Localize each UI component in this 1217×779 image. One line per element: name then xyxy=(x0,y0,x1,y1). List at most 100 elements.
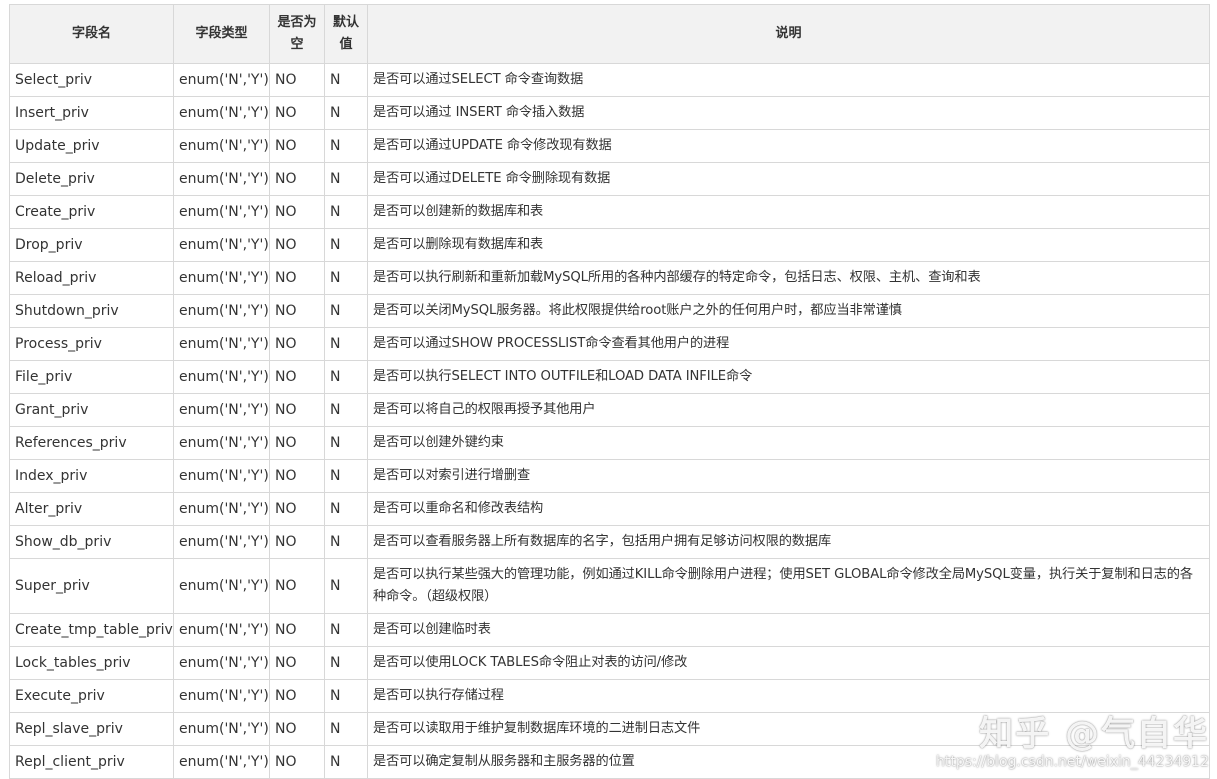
default-cell: N xyxy=(324,261,368,295)
default-cell: N xyxy=(324,558,368,614)
default-cell: N xyxy=(324,96,368,130)
field-type-cell: enum('N','Y') xyxy=(173,393,270,427)
nullable-cell: NO xyxy=(269,613,325,647)
table-row: File_priv enum('N','Y') NO N 是否可以执行SELEC… xyxy=(9,360,1210,394)
field-type-cell: enum('N','Y') xyxy=(173,646,270,680)
header-description: 说明 xyxy=(367,4,1210,64)
table-row: Lock_tables_priv enum('N','Y') NO N 是否可以… xyxy=(9,646,1210,680)
nullable-cell: NO xyxy=(269,129,325,163)
default-cell: N xyxy=(324,712,368,746)
default-cell: N xyxy=(324,162,368,196)
table-row: Repl_client_priv enum('N','Y') NO N 是否可以… xyxy=(9,745,1210,779)
nullable-cell: NO xyxy=(269,712,325,746)
field-name-cell: File_priv xyxy=(9,360,174,394)
field-name-cell: Select_priv xyxy=(9,63,174,97)
description-cell: 是否可以执行存储过程 xyxy=(367,679,1210,713)
field-type-cell: enum('N','Y') xyxy=(173,558,270,614)
table-row: Reload_priv enum('N','Y') NO N 是否可以执行刷新和… xyxy=(9,261,1210,295)
field-name-cell: Drop_priv xyxy=(9,228,174,262)
description-cell: 是否可以创建临时表 xyxy=(367,613,1210,647)
header-field-name: 字段名 xyxy=(9,4,174,64)
nullable-cell: NO xyxy=(269,228,325,262)
default-cell: N xyxy=(324,679,368,713)
default-cell: N xyxy=(324,228,368,262)
header-field-type: 字段类型 xyxy=(173,4,270,64)
table-row: Show_db_priv enum('N','Y') NO N 是否可以查看服务… xyxy=(9,525,1210,559)
nullable-cell: NO xyxy=(269,261,325,295)
field-name-cell: Repl_slave_priv xyxy=(9,712,174,746)
nullable-cell: NO xyxy=(269,525,325,559)
field-name-cell: Index_priv xyxy=(9,459,174,493)
description-cell: 是否可以使用LOCK TABLES命令阻止对表的访问/修改 xyxy=(367,646,1210,680)
default-cell: N xyxy=(324,327,368,361)
table-row: Execute_priv enum('N','Y') NO N 是否可以执行存储… xyxy=(9,679,1210,713)
table-row: Super_priv enum('N','Y') NO N 是否可以执行某些强大… xyxy=(9,558,1210,614)
field-type-cell: enum('N','Y') xyxy=(173,613,270,647)
header-row: 字段名 字段类型 是否为空 默认值 说明 xyxy=(9,4,1210,64)
field-type-cell: enum('N','Y') xyxy=(173,459,270,493)
field-name-cell: Create_tmp_table_priv xyxy=(9,613,174,647)
table-row: Update_priv enum('N','Y') NO N 是否可以通过UPD… xyxy=(9,129,1210,163)
privilege-table-container: 字段名 字段类型 是否为空 默认值 说明 Select_priv enum('N… xyxy=(9,4,1210,779)
nullable-cell: NO xyxy=(269,96,325,130)
nullable-cell: NO xyxy=(269,558,325,614)
default-cell: N xyxy=(324,492,368,526)
description-cell: 是否可以执行SELECT INTO OUTFILE和LOAD DATA INFI… xyxy=(367,360,1210,394)
field-type-cell: enum('N','Y') xyxy=(173,294,270,328)
nullable-cell: NO xyxy=(269,745,325,779)
default-cell: N xyxy=(324,129,368,163)
description-cell: 是否可以执行刷新和重新加载MySQL所用的各种内部缓存的特定命令，包括日志、权限… xyxy=(367,261,1210,295)
description-cell: 是否可以查看服务器上所有数据库的名字，包括用户拥有足够访问权限的数据库 xyxy=(367,525,1210,559)
default-cell: N xyxy=(324,745,368,779)
default-cell: N xyxy=(324,294,368,328)
privilege-table: 字段名 字段类型 是否为空 默认值 说明 Select_priv enum('N… xyxy=(9,4,1210,779)
field-type-cell: enum('N','Y') xyxy=(173,195,270,229)
nullable-cell: NO xyxy=(269,327,325,361)
field-type-cell: enum('N','Y') xyxy=(173,712,270,746)
description-cell: 是否可以通过 INSERT 命令插入数据 xyxy=(367,96,1210,130)
field-type-cell: enum('N','Y') xyxy=(173,745,270,779)
table-row: Grant_priv enum('N','Y') NO N 是否可以将自己的权限… xyxy=(9,393,1210,427)
nullable-cell: NO xyxy=(269,63,325,97)
nullable-cell: NO xyxy=(269,294,325,328)
field-type-cell: enum('N','Y') xyxy=(173,679,270,713)
table-row: References_priv enum('N','Y') NO N 是否可以创… xyxy=(9,426,1210,460)
field-type-cell: enum('N','Y') xyxy=(173,492,270,526)
table-row: Shutdown_priv enum('N','Y') NO N 是否可以关闭M… xyxy=(9,294,1210,328)
field-name-cell: Show_db_priv xyxy=(9,525,174,559)
nullable-cell: NO xyxy=(269,393,325,427)
field-name-cell: References_priv xyxy=(9,426,174,460)
nullable-cell: NO xyxy=(269,646,325,680)
field-name-cell: Execute_priv xyxy=(9,679,174,713)
default-cell: N xyxy=(324,459,368,493)
field-name-cell: Shutdown_priv xyxy=(9,294,174,328)
default-cell: N xyxy=(324,63,368,97)
nullable-cell: NO xyxy=(269,679,325,713)
table-row: Insert_priv enum('N','Y') NO N 是否可以通过 IN… xyxy=(9,96,1210,130)
description-cell: 是否可以对索引进行增删查 xyxy=(367,459,1210,493)
table-row: Index_priv enum('N','Y') NO N 是否可以对索引进行增… xyxy=(9,459,1210,493)
field-name-cell: Delete_priv xyxy=(9,162,174,196)
header-default: 默认值 xyxy=(324,4,368,64)
description-cell: 是否可以读取用于维护复制数据库环境的二进制日志文件 xyxy=(367,712,1210,746)
field-name-cell: Reload_priv xyxy=(9,261,174,295)
field-name-cell: Update_priv xyxy=(9,129,174,163)
nullable-cell: NO xyxy=(269,459,325,493)
field-type-cell: enum('N','Y') xyxy=(173,426,270,460)
description-cell: 是否可以通过DELETE 命令删除现有数据 xyxy=(367,162,1210,196)
field-type-cell: enum('N','Y') xyxy=(173,63,270,97)
field-name-cell: Process_priv xyxy=(9,327,174,361)
nullable-cell: NO xyxy=(269,426,325,460)
default-cell: N xyxy=(324,426,368,460)
field-type-cell: enum('N','Y') xyxy=(173,96,270,130)
table-row: Create_priv enum('N','Y') NO N 是否可以创建新的数… xyxy=(9,195,1210,229)
field-name-cell: Super_priv xyxy=(9,558,174,614)
description-cell: 是否可以创建新的数据库和表 xyxy=(367,195,1210,229)
field-name-cell: Insert_priv xyxy=(9,96,174,130)
table-row: Process_priv enum('N','Y') NO N 是否可以通过SH… xyxy=(9,327,1210,361)
nullable-cell: NO xyxy=(269,492,325,526)
description-cell: 是否可以确定复制从服务器和主服务器的位置 xyxy=(367,745,1210,779)
table-row: Create_tmp_table_priv enum('N','Y') NO N… xyxy=(9,613,1210,647)
description-cell: 是否可以通过SELECT 命令查询数据 xyxy=(367,63,1210,97)
field-name-cell: Create_priv xyxy=(9,195,174,229)
